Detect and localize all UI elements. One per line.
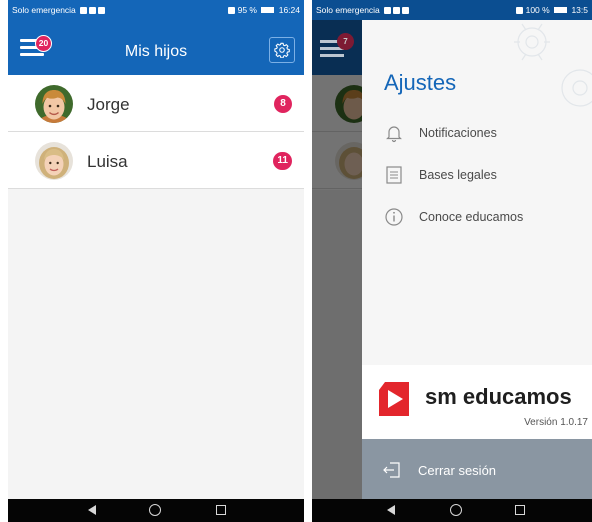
brand-name: sm educamos [425, 384, 572, 409]
drawer-title: Ajustes [384, 70, 457, 95]
wifi-icon [516, 7, 524, 14]
avatar-luisa [35, 142, 73, 180]
menu-item-label: Notificaciones [419, 126, 497, 140]
status-bar: Solo emergencia 100 % 13:5 [312, 0, 592, 20]
battery-icon [554, 7, 568, 13]
menu-item-label: Conoce educamos [419, 210, 524, 224]
menu-notification-badge: 7 [337, 33, 354, 50]
android-nav-bar [312, 499, 592, 522]
page-title: Mis hijos [124, 43, 188, 60]
recent-apps-icon[interactable] [216, 505, 226, 515]
notification-icon [393, 7, 401, 14]
notification-icon [384, 7, 392, 14]
back-icon[interactable] [88, 505, 96, 515]
home-icon[interactable] [149, 504, 161, 516]
battery-percent: 100 % [525, 5, 550, 15]
info-icon [385, 208, 403, 226]
battery-percent: 95 % [237, 5, 257, 15]
menu-item-bases-legales[interactable]: Bases legales [362, 155, 592, 195]
home-icon[interactable] [450, 504, 462, 516]
notification-icon [89, 7, 97, 14]
phone-screen-ajustes: Solo emergencia 100 % 13:5 7 Ajustes Not… [312, 0, 592, 522]
notification-icon [80, 7, 88, 14]
notification-icon [98, 7, 106, 14]
sm-educamos-logo [379, 382, 409, 416]
brand-footer: sm educamos Versión 1.0.17 [362, 365, 592, 439]
battery-icon [261, 7, 275, 13]
recent-apps-icon[interactable] [515, 505, 525, 515]
child-name: Jorge [87, 95, 130, 114]
gear-icon [274, 42, 290, 58]
notification-icon [402, 7, 410, 14]
android-nav-bar [8, 499, 304, 522]
drawer-header: Ajustes [362, 20, 592, 112]
unread-count-badge: 8 [274, 95, 292, 113]
logout-button[interactable]: Cerrar sesión [362, 439, 592, 499]
settings-button[interactable] [269, 37, 295, 63]
status-bar: Solo emergencia 95 % 16:24 [8, 0, 304, 20]
phone-screen-mis-hijos: Solo emergencia 95 % 16:24 20 Mis hijos [8, 0, 304, 522]
child-item-luisa[interactable]: Luisa 11 [8, 132, 304, 189]
menu-item-notificaciones[interactable]: Notificaciones [362, 113, 592, 153]
logout-label: Cerrar sesión [418, 463, 497, 478]
status-time: 16:24 [278, 5, 300, 15]
avatar-jorge [35, 85, 73, 123]
app-version: Versión 1.0.17 [524, 417, 588, 428]
back-icon[interactable] [387, 505, 395, 515]
app-bar: 20 Mis hijos [8, 20, 304, 75]
document-icon [386, 166, 402, 184]
gear-watermark-icon [514, 23, 592, 107]
unread-count-badge: 11 [273, 152, 292, 170]
wifi-icon [228, 7, 236, 14]
menu-item-conoce-educamos[interactable]: Conoce educamos [362, 197, 592, 237]
settings-drawer: Ajustes Notificaciones Bases legales Con… [362, 20, 592, 499]
children-list: Jorge 8 Luisa 11 [8, 75, 304, 189]
status-left-text: Solo emergencia [316, 5, 380, 15]
child-name: Luisa [87, 152, 128, 171]
status-left-text: Solo emergencia [12, 5, 76, 15]
bell-icon [386, 126, 402, 143]
status-time: 13:5 [571, 5, 588, 15]
menu-item-label: Bases legales [419, 168, 497, 182]
logout-icon [383, 462, 400, 478]
child-item-jorge[interactable]: Jorge 8 [8, 75, 304, 132]
